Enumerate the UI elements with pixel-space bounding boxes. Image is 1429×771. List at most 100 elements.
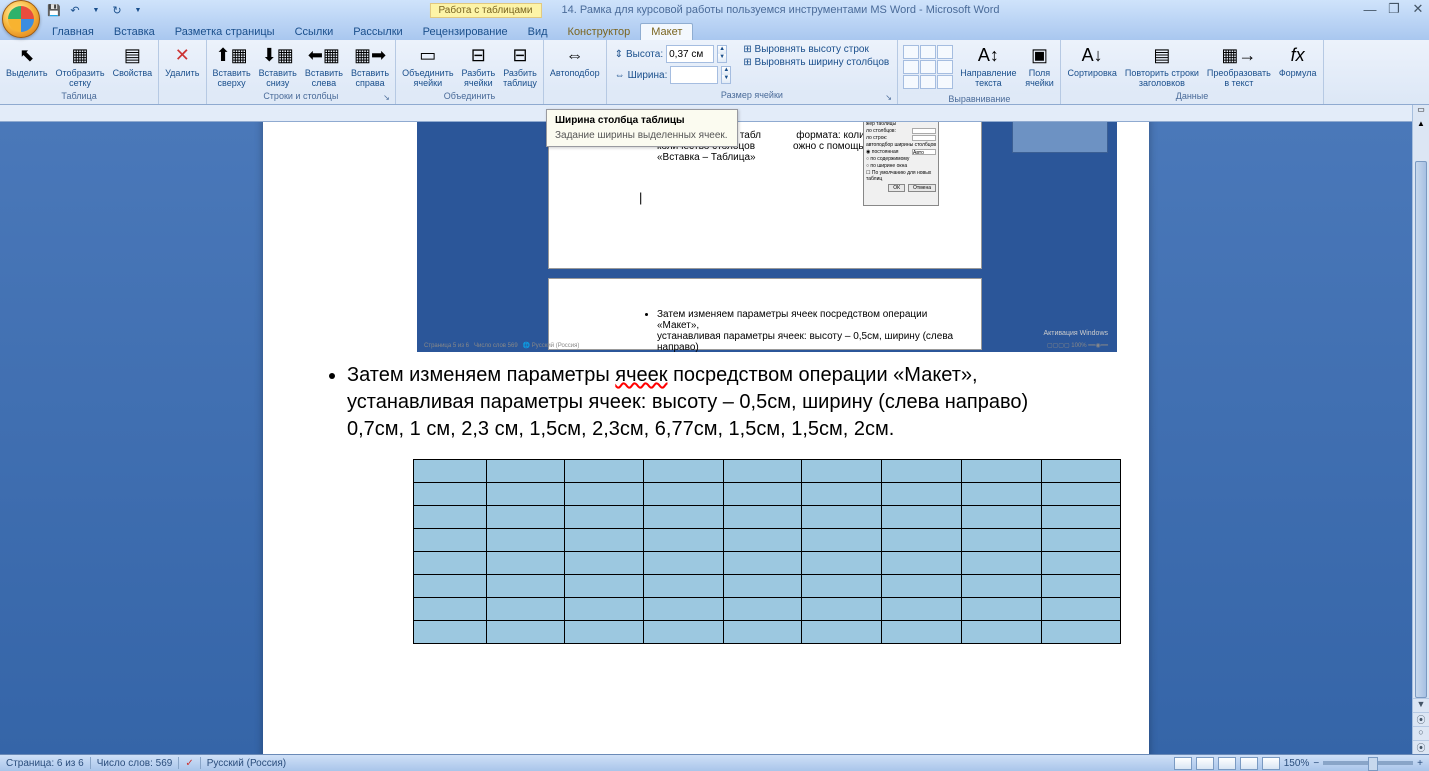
table-cell[interactable] [565,552,644,575]
next-page-icon[interactable]: ⦿ [1413,740,1429,754]
zoom-slider[interactable] [1323,761,1413,765]
merge-cells-button[interactable]: ▭Объединить ячейки [398,42,457,89]
table-cell[interactable] [565,529,644,552]
table-cell[interactable] [414,575,487,598]
minimize-icon[interactable]: — [1363,2,1377,16]
table-cell[interactable] [1042,552,1121,575]
table-cell[interactable] [882,598,962,621]
table-cell[interactable] [487,598,565,621]
table-cell[interactable] [962,621,1042,644]
qat-more[interactable]: ▼ [128,1,148,19]
table-cell[interactable] [414,506,487,529]
page[interactable]: Затем вставляем таблиц требформата: коли… [263,122,1149,754]
table-cell[interactable] [414,621,487,644]
table-cell[interactable] [1042,506,1121,529]
table-cell[interactable] [802,575,882,598]
table-cell[interactable] [414,529,487,552]
draft-view-icon[interactable] [1262,757,1280,770]
convert-text-button[interactable]: ▦→Преобразовать в текст [1203,42,1275,89]
width-input[interactable] [670,66,718,84]
tab-review[interactable]: Рецензирование [413,24,518,40]
ruler-toggle-icon[interactable]: ▭ [1413,105,1429,119]
tab-home[interactable]: Главная [42,24,104,40]
redo-icon[interactable]: ↻ [107,1,127,19]
tab-layout[interactable]: Макет [640,23,693,40]
table-cell[interactable] [487,621,565,644]
table-cell[interactable] [1042,598,1121,621]
scroll-thumb[interactable] [1415,161,1427,698]
zoom-out-icon[interactable]: − [1313,758,1319,769]
dialog-launcher-icon[interactable]: ↘ [383,93,393,103]
table-cell[interactable] [487,506,565,529]
web-view-icon[interactable] [1218,757,1236,770]
table-cell[interactable] [414,598,487,621]
table-cell[interactable] [962,483,1042,506]
status-words[interactable]: Число слов: 569 [97,758,173,769]
table-cell[interactable] [882,552,962,575]
tab-page-layout[interactable]: Разметка страницы [165,24,285,40]
table-cell[interactable] [724,621,802,644]
split-cells-button[interactable]: ⊟Разбить ячейки [458,42,500,89]
show-grid-button[interactable]: ▦Отобразить сетку [52,42,109,89]
table-cell[interactable] [565,621,644,644]
scroll-down-icon[interactable]: ▼ [1413,698,1429,712]
table-cell[interactable] [724,506,802,529]
status-language[interactable]: Русский (Россия) [207,758,286,769]
table-cell[interactable] [1042,575,1121,598]
table-cell[interactable] [802,552,882,575]
table-cell[interactable] [882,483,962,506]
data-table[interactable] [413,459,1121,644]
table-cell[interactable] [882,575,962,598]
delete-button[interactable]: ✕Удалить [161,42,203,79]
document-body[interactable]: Затем изменяем параметры ячеек посредств… [263,352,1149,453]
table-cell[interactable] [1042,483,1121,506]
status-page[interactable]: Страница: 6 из 6 [6,758,84,769]
table-cell[interactable] [962,575,1042,598]
table-cell[interactable] [724,529,802,552]
table-cell[interactable] [565,483,644,506]
sort-button[interactable]: A↓Сортировка [1063,42,1120,79]
height-spinner[interactable]: ▲▼ [717,45,727,63]
properties-button[interactable]: ▤Свойства [109,42,157,79]
table-cell[interactable] [565,506,644,529]
table-cell[interactable] [802,529,882,552]
save-icon[interactable]: 💾 [44,1,64,19]
tab-references[interactable]: Ссылки [285,24,344,40]
table-cell[interactable] [1042,529,1121,552]
text-direction-button[interactable]: A↕Направление текста [956,42,1020,89]
table-cell[interactable] [644,621,724,644]
zoom-in-icon[interactable]: + [1417,758,1423,769]
table-cell[interactable] [487,575,565,598]
outline-view-icon[interactable] [1240,757,1258,770]
table-cell[interactable] [724,483,802,506]
dialog-launcher-icon[interactable]: ↘ [885,93,895,103]
tab-view[interactable]: Вид [518,24,558,40]
table-cell[interactable] [724,460,802,483]
split-table-button[interactable]: ⊟Разбить таблицу [499,42,541,89]
office-button[interactable] [2,0,40,38]
print-layout-view-icon[interactable] [1174,757,1192,770]
table-cell[interactable] [882,621,962,644]
table-cell[interactable] [644,483,724,506]
table-cell[interactable] [644,598,724,621]
table-cell[interactable] [962,598,1042,621]
table-cell[interactable] [962,552,1042,575]
table-cell[interactable] [644,575,724,598]
scroll-up-icon[interactable]: ▲ [1413,119,1429,133]
bullet-item[interactable]: Затем изменяем параметры ячеек посредств… [347,362,1089,443]
table-cell[interactable] [724,575,802,598]
distribute-rows-button[interactable]: ⊞ Выровнять высоту строк [743,44,889,55]
repeat-header-button[interactable]: ▤Повторить строки заголовков [1121,42,1203,89]
table-cell[interactable] [565,575,644,598]
table-cell[interactable] [962,460,1042,483]
table-cell[interactable] [802,506,882,529]
width-spinner[interactable]: ▲▼ [721,66,731,84]
table-cell[interactable] [1042,460,1121,483]
table-cell[interactable] [565,598,644,621]
table-cell[interactable] [487,483,565,506]
proofing-icon[interactable]: ✓ [185,758,193,769]
table-cell[interactable] [882,506,962,529]
insert-right-button[interactable]: ▦➡Вставить справа [347,42,393,89]
table-cell[interactable] [644,552,724,575]
tab-design[interactable]: Конструктор [558,24,641,40]
